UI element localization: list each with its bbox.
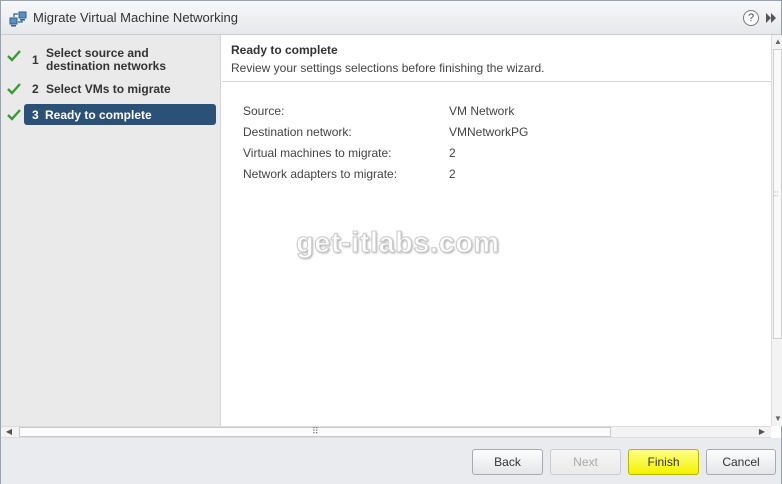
finish-button[interactable]: Finish — [628, 449, 699, 475]
wizard-footer: Back Next Finish Cancel — [1, 438, 781, 484]
step-label: Ready to complete — [45, 108, 152, 122]
back-button[interactable]: Back — [472, 449, 543, 475]
expand-double-chevron-icon[interactable] — [764, 11, 778, 25]
summary-value: VMNetworkPG — [449, 125, 529, 139]
scroll-left-arrow-icon[interactable]: ◀ — [4, 427, 14, 437]
summary-value: 2 — [449, 146, 456, 160]
window-title: Migrate Virtual Machine Networking — [33, 10, 238, 25]
checkmark-icon — [7, 83, 21, 95]
summary-row-source: Source: VM Network — [243, 104, 643, 124]
grip-icon: :: — [774, 189, 779, 198]
network-migrate-icon — [9, 11, 27, 26]
content-header: Ready to complete Review your settings s… — [222, 35, 771, 82]
title-bar: Migrate Virtual Machine Networking ? — [1, 1, 781, 35]
summary-value: VM Network — [449, 104, 515, 118]
wizard-window: Migrate Virtual Machine Networking ? 1 S… — [0, 0, 782, 484]
grip-icon: ⠿ — [312, 426, 319, 436]
page-subtitle: Review your settings selections before f… — [231, 61, 545, 75]
horizontal-scroll-thumb[interactable]: ⠿ — [19, 426, 611, 437]
scroll-up-arrow-icon[interactable]: ▲ — [774, 37, 782, 47]
step-number: 2 — [32, 82, 39, 96]
summary-key: Network adapters to migrate: — [243, 167, 398, 181]
scroll-right-arrow-icon[interactable]: ▶ — [757, 427, 767, 437]
watermark-text: get-itlabs.com — [296, 227, 500, 260]
summary-value: 2 — [449, 167, 456, 181]
checkmark-icon — [7, 50, 21, 62]
summary-key: Source: — [243, 104, 285, 118]
step-number: 1 — [32, 53, 39, 67]
wizard-content: Ready to complete Review your settings s… — [222, 35, 771, 426]
step-label-line2: destination networks — [46, 59, 167, 73]
cancel-button[interactable]: Cancel — [706, 449, 776, 475]
scroll-down-arrow-icon[interactable]: ▼ — [774, 414, 782, 424]
vertical-scrollbar[interactable]: ▲ :: ▼ — [771, 35, 782, 426]
summary-row-adapters: Network adapters to migrate: 2 — [243, 167, 643, 187]
next-button[interactable]: Next — [550, 449, 621, 475]
help-icon[interactable]: ? — [743, 10, 759, 26]
summary-key: Destination network: — [243, 125, 352, 139]
horizontal-scrollbar[interactable]: ◀ ⠿ ▶ — [1, 426, 771, 438]
checkmark-icon — [7, 109, 21, 121]
summary-row-vms: Virtual machines to migrate: 2 — [243, 146, 643, 166]
step-label: Select VMs to migrate — [46, 82, 171, 96]
wizard-steps-nav: 1 Select source and destination networks… — [1, 35, 221, 426]
page-title: Ready to complete — [231, 43, 338, 57]
step-label-line1: Select source and — [46, 46, 149, 60]
summary-key: Virtual machines to migrate: — [243, 146, 392, 160]
step-number: 3 — [32, 108, 39, 122]
summary-row-destination: Destination network: VMNetworkPG — [243, 125, 643, 145]
